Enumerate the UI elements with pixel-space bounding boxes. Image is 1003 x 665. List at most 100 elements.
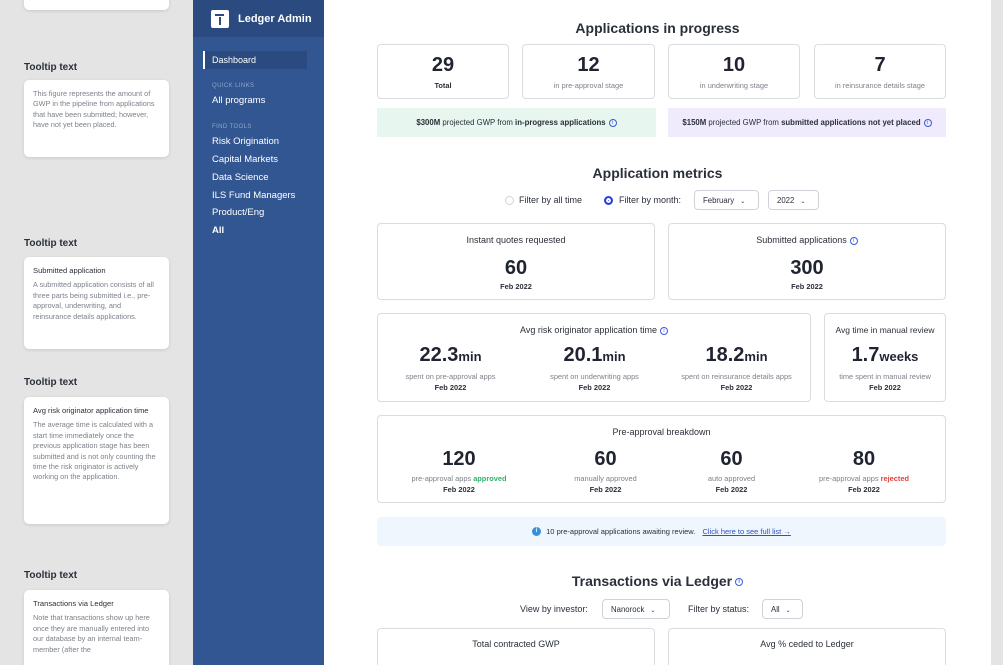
tooltip-body: This figure represents the amount of GWP… <box>33 89 155 130</box>
progress-title: Applications in progress <box>575 20 740 36</box>
quick-links-label: QUICK LINKS <box>212 83 255 89</box>
breakdown-value: 120 <box>442 448 476 470</box>
sidebar-item-dashboard[interactable]: Dashboard <box>203 51 307 69</box>
info-icon[interactable]: i <box>923 118 932 127</box>
radio-by-month[interactable] <box>604 196 613 205</box>
avg-date: Feb 2022 <box>434 383 467 392</box>
gwp-bold: submitted applications not yet placed <box>781 118 921 127</box>
gwp-bold: in-progress applications <box>515 118 606 127</box>
tooltip-title: Tooltip text <box>24 238 78 249</box>
gwp-text: projected GWP from <box>706 118 782 127</box>
month-select[interactable]: February ⌄ <box>694 190 759 210</box>
stat-underwriting: 10 in underwriting stage <box>668 44 800 99</box>
filter-all-time-label: Filter by all time <box>519 195 583 205</box>
radio-all-time[interactable] <box>505 196 514 205</box>
brand[interactable]: Ledger Admin <box>193 0 324 37</box>
card-label: Avg risk originator application time i <box>378 325 810 335</box>
breakdown-date: Feb 2022 <box>443 485 475 494</box>
info-icon[interactable]: i <box>608 118 617 127</box>
sidebar-item-capital-markets[interactable]: Capital Markets <box>212 154 278 165</box>
full-list-link[interactable]: Click here to see full list → <box>702 527 790 536</box>
avg-label: spent on reinsurance details apps <box>681 372 792 381</box>
sidebar-item-risk-origination[interactable]: Risk Origination <box>212 136 279 147</box>
stat-label: in underwriting stage <box>699 81 769 90</box>
gwp-submitted-banner: $150M projected GWP from submitted appli… <box>668 108 946 137</box>
filter-month-label: Filter by month: <box>619 195 682 205</box>
gwp-amount: $300M <box>416 118 441 127</box>
card-value: 60 <box>504 257 528 279</box>
breakdown-label: pre-approval apps approved <box>378 474 540 483</box>
tooltip-title: Tooltip text <box>24 570 78 581</box>
month-value: February <box>703 196 735 205</box>
year-select[interactable]: 2022 ⌄ <box>768 190 819 210</box>
avg-number: 20.1 <box>563 344 603 366</box>
info-icon[interactable]: i <box>849 236 858 245</box>
total-gwp-card: Total contracted GWP <box>377 628 655 665</box>
chevron-down-icon: ⌄ <box>800 199 806 205</box>
avg-number: 22.3 <box>419 344 459 366</box>
stat-value: 7 <box>874 54 886 76</box>
avg-date: Feb 2022 <box>720 383 753 392</box>
investor-value: Nanorock <box>611 605 645 614</box>
investor-label: View by investor: <box>520 604 588 614</box>
avg-label: spent on pre-approval apps <box>405 372 496 381</box>
sidebar-item-product-eng[interactable]: Product/Eng <box>212 207 264 218</box>
sidebar-item-all-programs[interactable]: All programs <box>212 95 265 106</box>
stat-value: 29 <box>431 54 455 76</box>
avg-value: 22.3min <box>378 344 523 367</box>
breakdown-label: pre-approval apps rejected <box>783 474 945 483</box>
avg-number: 18.2 <box>705 344 745 366</box>
gwp-in-progress-banner: $300M projected GWP from in-progress app… <box>377 108 656 137</box>
stat-value: 12 <box>577 54 600 76</box>
stat-reinsurance: 7 in reinsurance details stage <box>814 44 946 99</box>
tooltip-body: Note that transactions show up here once… <box>33 613 150 654</box>
chevron-down-icon: ⌄ <box>785 608 791 614</box>
sidebar-item-all[interactable]: All <box>212 225 224 236</box>
stat-total: 29 Total <box>377 44 509 99</box>
tooltip-card: Submitted application A submitted applic… <box>24 257 169 349</box>
tooltip-body: A submitted application consists of all … <box>33 280 154 321</box>
tooltip-title: Tooltip text <box>24 62 78 73</box>
transactions-title: Transactions via Ledger i <box>324 573 991 589</box>
tooltip-heading: Avg risk originator application time <box>33 406 149 415</box>
chevron-down-icon: ⌄ <box>650 608 656 614</box>
card-label: Total contracted GWP <box>472 639 560 649</box>
sidebar-item-ils-fund-managers[interactable]: ILS Fund Managers <box>212 190 295 201</box>
avg-date: Feb 2022 <box>578 383 611 392</box>
sidebar-item-data-science[interactable]: Data Science <box>212 172 269 183</box>
manual-number: 1.7 <box>851 344 880 366</box>
card-label: Avg time in manual review <box>835 325 935 335</box>
tooltip-title: Tooltip text <box>24 377 78 388</box>
tooltip-panel: Tooltip text This figure represents the … <box>0 0 193 665</box>
manual-date: Feb 2022 <box>869 383 901 392</box>
manual-value: 1.7weeks <box>825 344 945 367</box>
info-icon[interactable]: i <box>735 578 744 587</box>
find-tools-label: FIND TOOLS <box>212 124 252 130</box>
avg-ceded-card: Avg % ceded to Ledger <box>668 628 946 665</box>
card-label: Submitted applications i <box>669 235 945 245</box>
approved-flag: approved <box>473 474 507 483</box>
tooltip-body: The average time is calculated with a st… <box>33 420 156 482</box>
manual-label: time spent in manual review <box>839 372 931 381</box>
avg-unit: min <box>744 349 768 364</box>
manual-unit: weeks <box>879 349 919 364</box>
breakdown-label-text: pre-approval apps <box>411 474 474 483</box>
breakdown-label-text: pre-approval apps <box>819 474 881 483</box>
status-value: All <box>771 605 780 614</box>
status-select[interactable]: All ⌄ <box>762 599 803 619</box>
avg-unit: min <box>602 349 626 364</box>
avg-value: 20.1min <box>522 344 667 367</box>
breakdown-value: 80 <box>852 448 876 470</box>
info-icon[interactable]: i <box>659 326 668 335</box>
investor-select[interactable]: Nanorock ⌄ <box>602 599 670 619</box>
metrics-title: Application metrics <box>592 165 723 181</box>
tooltip-heading: Transactions via Ledger <box>33 599 114 608</box>
scrollbar[interactable] <box>991 0 1003 665</box>
avg-value: 18.2min <box>664 344 809 367</box>
gwp-amount: $150M <box>682 118 707 127</box>
card-value: 300 <box>790 257 824 279</box>
submitted-applications-card: Submitted applications i 300 Feb 2022 <box>668 223 946 300</box>
stat-label: Total <box>434 81 452 90</box>
brand-name: Ledger Admin <box>238 12 312 25</box>
avg-label: spent on underwriting apps <box>550 372 639 381</box>
